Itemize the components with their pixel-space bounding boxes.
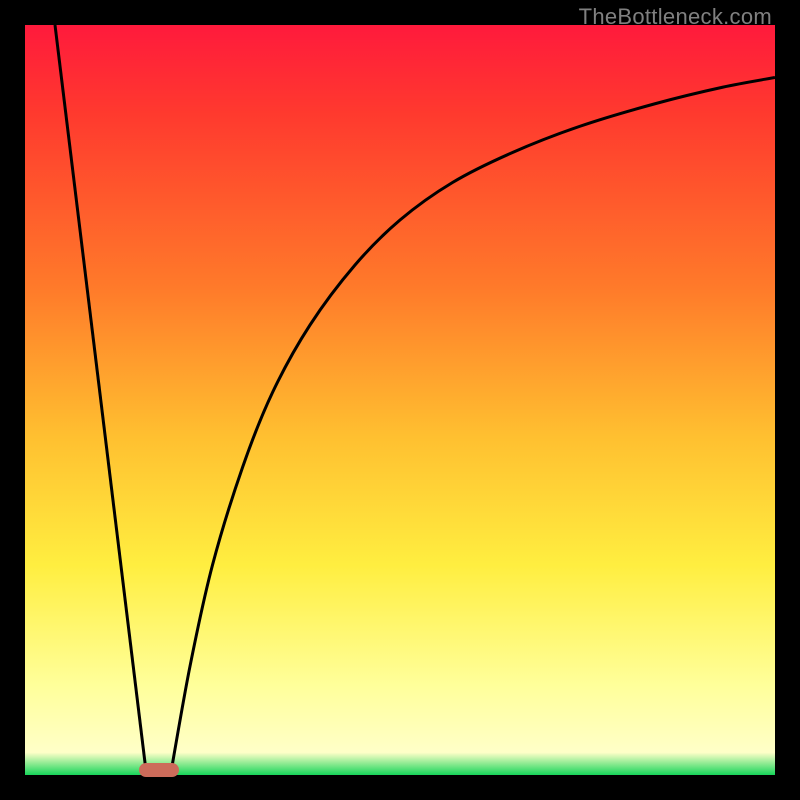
chart-frame	[25, 25, 775, 775]
gradient-background	[25, 25, 775, 775]
bottleneck-chart	[25, 25, 775, 775]
watermark-text: TheBottleneck.com	[579, 4, 772, 30]
optimal-marker	[139, 763, 179, 777]
